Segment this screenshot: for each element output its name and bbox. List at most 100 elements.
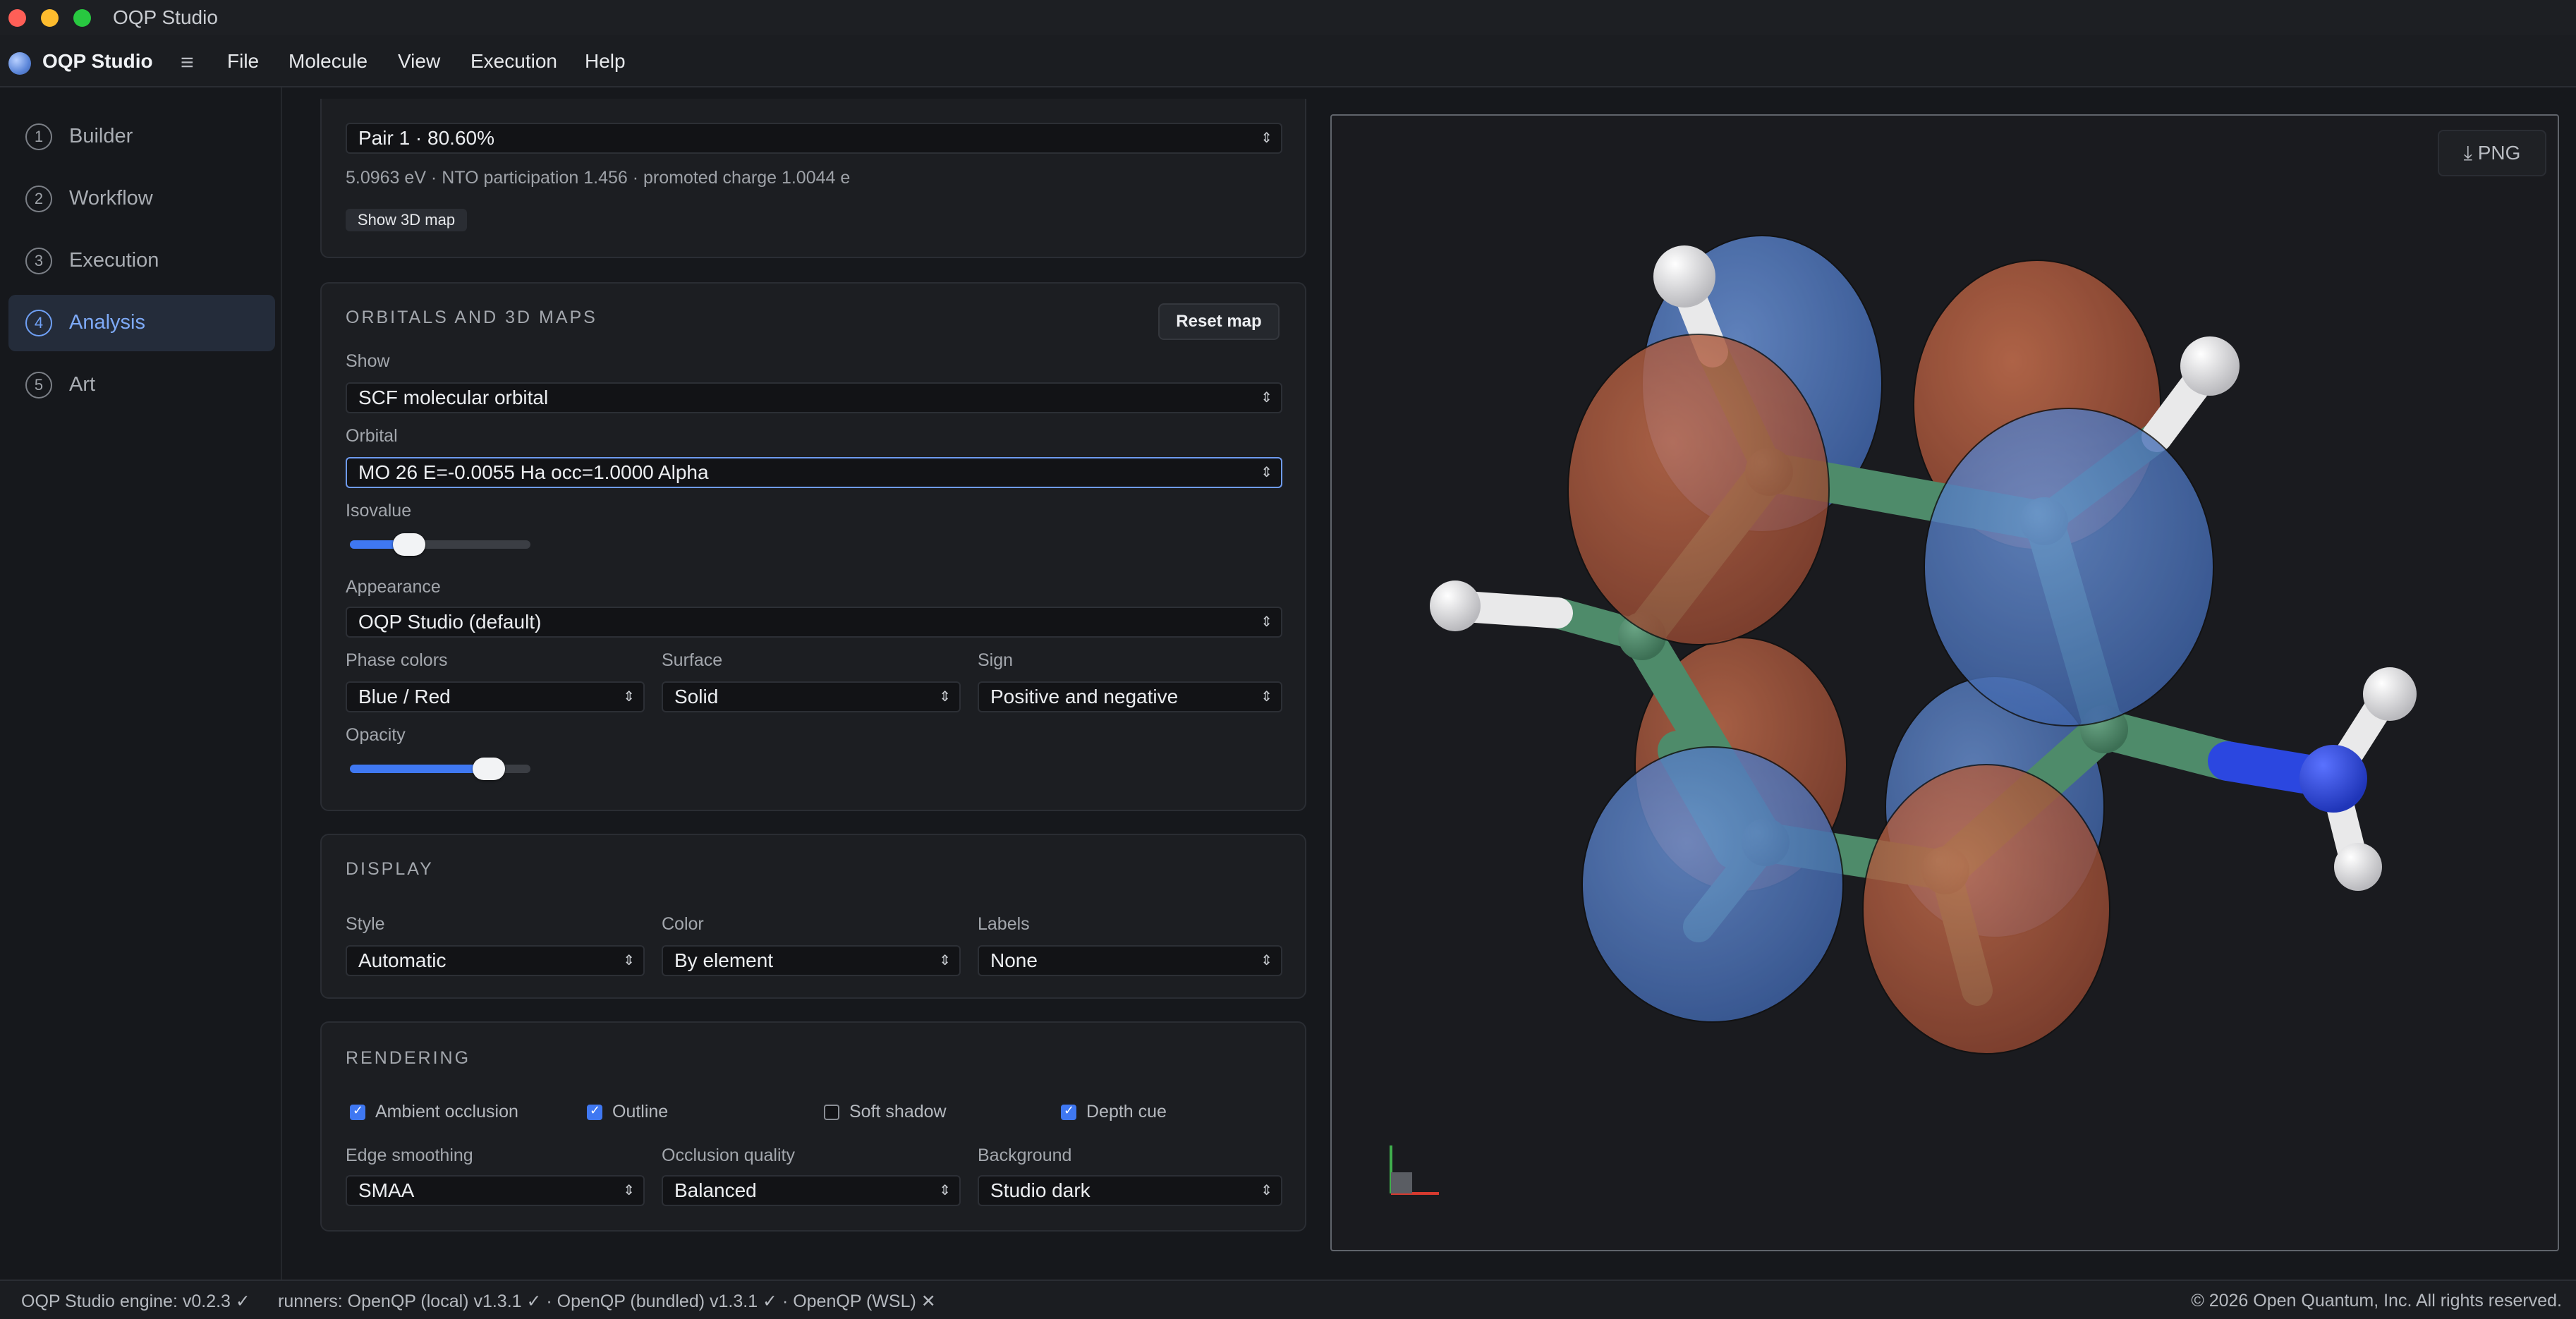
style-select[interactable]: Automatic ⇕: [346, 945, 645, 976]
surface-value: Solid: [674, 686, 719, 707]
sign-select[interactable]: Positive and negative ⇕: [978, 681, 1282, 712]
molecule-viewer[interactable]: ⤓ PNG: [1330, 114, 2559, 1251]
outline-label: Outline: [612, 1102, 669, 1122]
orbital-lobe-negative: [1567, 334, 1830, 645]
nitrogen-atom: [2299, 745, 2367, 813]
download-png-button[interactable]: ⤓ PNG: [2438, 130, 2546, 176]
sidebar-item-workflow[interactable]: 2 Workflow: [8, 171, 275, 227]
window-title: OQP Studio: [113, 6, 218, 28]
show-select[interactable]: SCF molecular orbital ⇕: [346, 382, 1282, 413]
edge-smoothing-value: SMAA: [358, 1179, 415, 1201]
color-value: By element: [674, 949, 774, 971]
orbital-label: Orbital: [346, 426, 398, 446]
occlusion-quality-select[interactable]: Balanced ⇕: [662, 1175, 961, 1206]
surface-select[interactable]: Solid ⇕: [662, 681, 961, 712]
nto-info-text: 5.0963 eV · NTO participation 1.456 · pr…: [346, 168, 851, 188]
appearance-select[interactable]: OQP Studio (default) ⇕: [346, 607, 1282, 638]
sidebar-item-label: Builder: [69, 125, 133, 147]
sidebar-item-label: Analysis: [69, 311, 145, 334]
style-label: Style: [346, 914, 385, 934]
app-name: OQP Studio: [42, 50, 153, 72]
chevron-updown-icon: ⇕: [623, 1183, 635, 1198]
step-number: 1: [25, 123, 52, 150]
sidebar-item-analysis[interactable]: 4 Analysis: [8, 295, 275, 351]
outline-checkbox[interactable]: [587, 1103, 602, 1120]
menu-molecule[interactable]: Molecule: [288, 50, 367, 73]
show-label: Show: [346, 351, 390, 371]
ambient-occlusion-label: Ambient occlusion: [375, 1102, 518, 1122]
chevron-updown-icon: ⇕: [939, 953, 951, 968]
sidebar-item-label: Execution: [69, 249, 159, 272]
hamburger-menu-icon[interactable]: ≡: [181, 49, 194, 75]
sign-label: Sign: [978, 650, 1014, 670]
phase-colors-label: Phase colors: [346, 650, 448, 670]
close-window-button[interactable]: [8, 9, 26, 27]
chevron-updown-icon: ⇕: [939, 689, 951, 705]
sidebar-item-execution[interactable]: 3 Execution: [8, 233, 275, 289]
show-3d-map-button[interactable]: Show 3D map: [346, 209, 467, 231]
rendering-section-title: RENDERING: [346, 1048, 471, 1068]
orbital-lobe-positive: [1581, 746, 1844, 1023]
sign-value: Positive and negative: [990, 686, 1179, 707]
status-bar: OQP Studio engine: v0.2.3 ✓ runners: Ope…: [0, 1280, 2576, 1319]
orbital-select[interactable]: MO 26 E=-0.0055 Ha occ=1.0000 Alpha ⇕: [346, 457, 1282, 488]
style-value: Automatic: [358, 949, 446, 971]
background-label: Background: [978, 1145, 1072, 1165]
chevron-updown-icon: ⇕: [1260, 465, 1272, 480]
chevron-updown-icon: ⇕: [939, 1183, 951, 1198]
copyright-text: © 2026 Open Quantum, Inc. All rights res…: [2191, 1291, 2562, 1311]
engine-version-text: OQP Studio engine: v0.2.3 ✓: [21, 1291, 250, 1311]
appearance-select-value: OQP Studio (default): [358, 611, 542, 633]
color-select[interactable]: By element ⇕: [662, 945, 961, 976]
step-number: 4: [25, 310, 52, 336]
soft-shadow-checkbox[interactable]: [824, 1105, 839, 1120]
display-panel: DISPLAY Style Automatic ⇕ Color By eleme…: [320, 834, 1306, 999]
step-number: 5: [25, 372, 52, 399]
nto-pair-select[interactable]: Pair 1 · 80.60% ⇕: [346, 123, 1282, 154]
chevron-updown-icon: ⇕: [1260, 689, 1272, 705]
molecule-render[interactable]: [1332, 116, 2559, 1251]
maximize-window-button[interactable]: [73, 9, 91, 27]
rendering-panel: RENDERING Ambient occlusion Outline Soft…: [320, 1021, 1306, 1232]
chevron-updown-icon: ⇕: [1260, 953, 1272, 968]
title-bar: OQP Studio: [0, 0, 2576, 35]
occlusion-quality-value: Balanced: [674, 1179, 757, 1201]
chevron-updown-icon: ⇕: [623, 953, 635, 968]
orbitals-panel: ORBITALS AND 3D MAPS Reset map Show SCF …: [320, 282, 1306, 811]
hydrogen-atom: [1653, 245, 1715, 308]
chevron-updown-icon: ⇕: [1260, 130, 1272, 146]
menu-bar: [0, 35, 2576, 87]
opacity-slider-thumb[interactable]: [473, 758, 505, 780]
surface-label: Surface: [662, 650, 723, 670]
orbital-lobe-negative: [1862, 764, 2110, 1054]
background-select[interactable]: Studio dark ⇕: [978, 1175, 1282, 1206]
minimize-window-button[interactable]: [41, 9, 59, 27]
phase-colors-select[interactable]: Blue / Red ⇕: [346, 681, 645, 712]
color-label: Color: [662, 914, 704, 934]
chevron-updown-icon: ⇕: [1260, 390, 1272, 406]
edge-smoothing-label: Edge smoothing: [346, 1145, 473, 1165]
depth-cue-checkbox[interactable]: [1061, 1103, 1076, 1120]
isovalue-label: Isovalue: [346, 501, 412, 521]
chevron-updown-icon: ⇕: [623, 689, 635, 705]
labels-label: Labels: [978, 914, 1030, 934]
orbitals-section-title: ORBITALS AND 3D MAPS: [346, 308, 597, 327]
hydrogen-atom: [2180, 336, 2240, 396]
labels-select[interactable]: None ⇕: [978, 945, 1282, 976]
reset-map-button[interactable]: Reset map: [1158, 303, 1280, 340]
ambient-occlusion-checkbox[interactable]: [350, 1103, 365, 1120]
sidebar-item-art[interactable]: 5 Art: [8, 357, 275, 413]
sidebar-item-label: Workflow: [69, 187, 153, 209]
menu-execution[interactable]: Execution: [470, 50, 557, 73]
sidebar-item-builder[interactable]: 1 Builder: [8, 109, 275, 165]
phase-colors-value: Blue / Red: [358, 686, 451, 707]
edge-smoothing-select[interactable]: SMAA ⇕: [346, 1175, 645, 1206]
menu-view[interactable]: View: [398, 50, 440, 73]
step-number: 3: [25, 248, 52, 274]
background-value: Studio dark: [990, 1179, 1090, 1201]
menu-file[interactable]: File: [227, 50, 259, 73]
isovalue-slider-thumb[interactable]: [393, 533, 425, 556]
menu-help[interactable]: Help: [585, 50, 626, 73]
hydrogen-atom: [1430, 581, 1481, 631]
opacity-slider-fill: [350, 765, 489, 773]
